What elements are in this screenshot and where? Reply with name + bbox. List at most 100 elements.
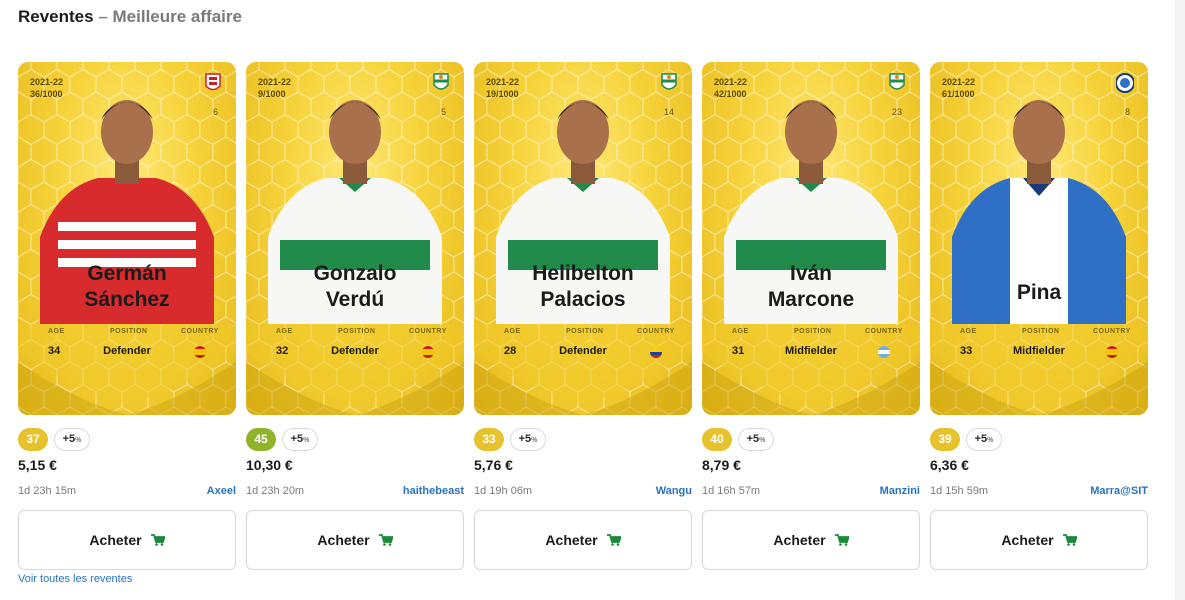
player-score-badge: 39 — [930, 428, 960, 451]
section-title: Reventes – Meilleure affaire — [18, 7, 242, 27]
age-label: AGE — [48, 328, 65, 335]
price: 5,15 € — [18, 457, 57, 473]
player-card[interactable]: 2021-22 61/1000 8 Pina AGE POSITION COUNTRY 33 M… — [930, 62, 1148, 415]
score-row: 45 +5% — [246, 428, 464, 452]
jersey-number: 14 — [663, 107, 674, 117]
buy-button-label: Acheter — [1001, 532, 1054, 548]
country-label: COUNTRY — [637, 328, 675, 335]
card-serial: 61/1000 — [942, 89, 975, 99]
score-row: 33 +5% — [474, 428, 692, 452]
player-stats: AGE POSITION COUNTRY 28 Defender — [474, 328, 692, 368]
age-label: AGE — [960, 328, 977, 335]
country-label: COUNTRY — [181, 328, 219, 335]
time-remaining: 1d 15h 59m — [930, 485, 989, 497]
player-stats: AGE POSITION COUNTRY 31 Midfielder — [702, 328, 920, 368]
player-name: Iván Marcone — [702, 261, 920, 313]
player-last-name: Verdú — [325, 288, 385, 311]
section-title-main: Reventes — [18, 7, 94, 26]
bonus-badge: +5% — [738, 428, 774, 451]
buy-button-label: Acheter — [317, 532, 370, 548]
card-serial: 9/1000 — [258, 89, 286, 99]
cart-icon — [606, 534, 621, 546]
price: 5,76 € — [474, 457, 513, 473]
player-last-name: Palacios — [540, 288, 626, 311]
position-label: POSITION — [110, 328, 148, 335]
seller-link[interactable]: Axeel — [207, 485, 236, 497]
seller-link[interactable]: Marra@SIT — [1090, 485, 1148, 497]
bonus-badge: +5% — [966, 428, 1002, 451]
buy-button[interactable]: Acheter — [702, 510, 920, 570]
buy-button-label: Acheter — [89, 532, 142, 548]
bonus-badge: +5% — [54, 428, 90, 451]
country-label: COUNTRY — [409, 328, 447, 335]
player-card[interactable]: 2021-22 36/1000 6 Germán Sánchez AGE POSITION C… — [18, 62, 236, 415]
seller-link[interactable]: Manzini — [880, 485, 920, 497]
bonus-badge: +5% — [282, 428, 318, 451]
player-last-name: Marcone — [767, 288, 855, 311]
elche-crest-icon — [433, 73, 449, 90]
cart-icon — [834, 534, 849, 546]
jersey-number: 23 — [891, 107, 902, 117]
seller-link[interactable]: haithebeast — [403, 485, 464, 497]
position-label: POSITION — [338, 328, 376, 335]
card-serial: 19/1000 — [486, 89, 519, 99]
player-stats: AGE POSITION COUNTRY 33 Midfielder — [930, 328, 1148, 368]
player-card[interactable]: 2021-22 42/1000 23 Iván Marcone AGE POSITION CO… — [702, 62, 920, 415]
spain-flag-icon — [422, 346, 434, 358]
player-first-name: Iván — [789, 262, 833, 285]
position-label: POSITION — [1022, 328, 1060, 335]
player-stats: AGE POSITION COUNTRY 32 Defender — [246, 328, 464, 368]
player-stats: AGE POSITION COUNTRY 34 Defender — [18, 328, 236, 368]
score-row: 40 +5% — [702, 428, 920, 452]
card-serial: 42/1000 — [714, 89, 747, 99]
price: 10,30 € — [246, 457, 293, 473]
price: 6,36 € — [930, 457, 969, 473]
cart-icon — [150, 534, 165, 546]
buy-button-label: Acheter — [545, 532, 598, 548]
buy-button-label: Acheter — [773, 532, 826, 548]
country-label: COUNTRY — [865, 328, 903, 335]
card-season: 2021-22 19/1000 — [486, 77, 520, 99]
age-label: AGE — [732, 328, 749, 335]
buy-button[interactable]: Acheter — [18, 510, 236, 570]
player-name: Gonzalo Verdú — [246, 261, 464, 313]
time-remaining: 1d 16h 57m — [702, 485, 761, 497]
buy-button[interactable]: Acheter — [930, 510, 1148, 570]
score-row: 37 +5% — [18, 428, 236, 452]
card-serial: 36/1000 — [30, 89, 63, 99]
elche-crest-icon — [661, 73, 677, 90]
player-name: Germán Sánchez — [18, 261, 236, 313]
player-name: Helibelton Palacios — [474, 261, 692, 313]
player-name: Pina — [930, 280, 1148, 306]
player-first-name: Helibelton — [532, 262, 634, 285]
buy-button[interactable]: Acheter — [246, 510, 464, 570]
score-row: 39 +5% — [930, 428, 1148, 452]
position-label: POSITION — [794, 328, 832, 335]
player-card[interactable]: 2021-22 9/1000 5 Gonzalo Verdú AGE POSITION COU… — [246, 62, 464, 415]
player-first-name: Gonzalo — [313, 262, 397, 285]
price: 8,79 € — [702, 457, 741, 473]
elche-crest-icon — [889, 73, 905, 90]
view-all-resales-link[interactable]: Voir toutes les reventes — [18, 573, 132, 585]
age-label: AGE — [504, 328, 521, 335]
bonus-badge: +5% — [510, 428, 546, 451]
page-scrollbar[interactable] — [1175, 0, 1185, 600]
cart-icon — [1062, 534, 1077, 546]
spain-flag-icon — [194, 346, 206, 358]
time-remaining: 1d 23h 20m — [246, 485, 305, 497]
player-score-badge: 40 — [702, 428, 732, 451]
card-season: 2021-22 61/1000 — [942, 77, 976, 99]
position-label: POSITION — [566, 328, 604, 335]
section-title-separator: – — [93, 7, 113, 26]
buy-button[interactable]: Acheter — [474, 510, 692, 570]
jersey-number: 8 — [1124, 107, 1130, 117]
player-score-badge: 45 — [246, 428, 276, 451]
jersey-number: 5 — [440, 107, 446, 117]
colombia-flag-icon — [650, 346, 662, 358]
card-season: 2021-22 36/1000 — [30, 77, 64, 99]
cart-icon — [378, 534, 393, 546]
seller-link[interactable]: Wangu — [656, 485, 692, 497]
player-last-name: Sánchez — [84, 288, 170, 311]
player-card[interactable]: 2021-22 19/1000 14 Helibelton Palacios AGE POS… — [474, 62, 692, 415]
granada-crest-icon — [205, 73, 221, 91]
